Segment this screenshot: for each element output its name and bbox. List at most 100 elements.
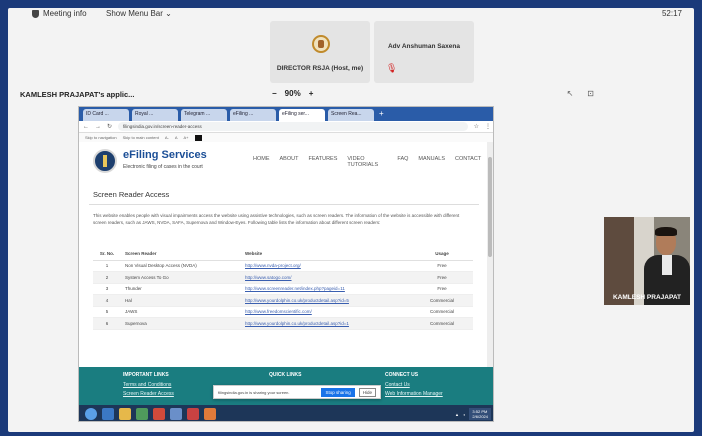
- nav-faq[interactable]: FAQ: [397, 156, 408, 168]
- browser-tab[interactable]: ID Card ...: [83, 109, 129, 121]
- footer-quick-links: QUICK LINKS: [269, 372, 302, 382]
- court-logo-icon: [93, 149, 117, 173]
- cell-website-link[interactable]: http://www.freedomscientific.com/: [241, 306, 411, 318]
- footer-link-terms[interactable]: Terms and Conditions: [123, 382, 174, 388]
- cell-reader: Hal: [121, 294, 241, 307]
- word-icon[interactable]: [170, 408, 182, 420]
- cell-website-link[interactable]: http://www.yourdolphin.co.uk/productdeta…: [241, 294, 411, 307]
- col-header: Screen Reader: [121, 248, 241, 261]
- shield-icon: [32, 9, 39, 18]
- chrome-alt-icon[interactable]: [187, 408, 199, 420]
- browser-tab[interactable]: Telegram ...: [181, 109, 227, 121]
- participant-video-name: KAMLESH PRAJAPAT: [612, 294, 681, 301]
- menu-icon[interactable]: ⋮: [485, 123, 491, 130]
- new-tab-button[interactable]: +: [377, 109, 389, 121]
- divider: [89, 204, 479, 205]
- high-contrast-toggle[interactable]: [194, 134, 202, 141]
- footer-link-screen-reader[interactable]: Screen Reader Access: [123, 391, 174, 397]
- star-icon[interactable]: ☆: [474, 123, 479, 130]
- nav-video-tutorials[interactable]: VIDEO TUTORIALS: [347, 156, 387, 168]
- windows-taskbar: ▲ ◖ 3:52 PM 2/6/2024: [79, 405, 493, 421]
- meeting-info-button[interactable]: Meeting info: [32, 9, 87, 18]
- cell-website-link[interactable]: http://www.nvda-project.org/: [241, 260, 411, 272]
- cell-sr-no: 1: [93, 260, 121, 272]
- chrome-icon[interactable]: [153, 408, 165, 420]
- cell-usage: Free: [411, 271, 473, 284]
- skip-navigation-link[interactable]: Skip to navigation: [85, 135, 117, 140]
- hide-button[interactable]: Hide: [358, 387, 376, 397]
- participant-shirt: [662, 255, 672, 275]
- nav-features[interactable]: FEATURES: [308, 156, 337, 168]
- font-increase-link[interactable]: A+: [184, 135, 189, 140]
- participant-video-thumbnail[interactable]: KAMLESH PRAJAPAT: [604, 217, 690, 305]
- screen-reader-table: Sr. No. Screen Reader Website Usage 1 No…: [93, 248, 473, 330]
- font-decrease-link[interactable]: A-: [165, 135, 169, 140]
- footer-important-links: IMPORTANT LINKS Terms and Conditions Scr…: [123, 372, 174, 400]
- nav-home[interactable]: HOME: [253, 156, 270, 168]
- cell-website-link[interactable]: http://www.satogo.com/: [241, 271, 411, 284]
- zoom-out-button[interactable]: −: [272, 89, 277, 98]
- col-header: Website: [241, 248, 411, 261]
- address-bar[interactable]: filingsindia.gov.in/screen-reader-access: [118, 122, 468, 131]
- emblem-icon: [312, 35, 330, 53]
- reload-icon[interactable]: ↻: [107, 123, 112, 130]
- pointer-icon[interactable]: ↖: [567, 89, 574, 98]
- browser-tab[interactable]: Screen Rea...: [328, 109, 374, 121]
- show-menu-bar-button[interactable]: Show Menu Bar ⌄: [106, 9, 172, 18]
- col-header: Usage: [411, 248, 473, 261]
- font-normal-link[interactable]: A: [175, 135, 178, 140]
- tray-date: 2/6/2024: [472, 414, 488, 419]
- edge-icon[interactable]: [102, 408, 114, 420]
- browser-address-row: ← → ↻ filingsindia.gov.in/screen-reader-…: [79, 121, 493, 133]
- browser-tab-active[interactable]: eFiling ser...: [279, 109, 325, 121]
- cell-sr-no: 2: [93, 271, 121, 284]
- stop-sharing-button[interactable]: Stop sharing: [321, 387, 355, 397]
- cell-website-link[interactable]: http://www.screenreader.net/index.php?pa…: [241, 283, 411, 295]
- participant-name: Adv Anshuman Saxena: [387, 43, 460, 50]
- skip-content-link[interactable]: Skip to main content: [123, 135, 159, 140]
- show-menu-bar-label: Show Menu Bar: [106, 9, 163, 18]
- forward-icon[interactable]: →: [95, 124, 101, 130]
- cell-usage: Free: [411, 260, 473, 272]
- video-background: [604, 217, 634, 305]
- tray-clock[interactable]: 3:52 PM 2/6/2024: [469, 408, 491, 420]
- site-nav: HOME ABOUT FEATURES VIDEO TUTORIALS FAQ …: [253, 156, 481, 168]
- back-icon[interactable]: ←: [83, 124, 89, 130]
- network-icon[interactable]: ▲: [455, 412, 459, 417]
- cell-sr-no: 5: [93, 306, 121, 318]
- table-row: 3 Thunder http://www.screenreader.net/in…: [93, 283, 473, 295]
- nav-contact[interactable]: CONTACT: [455, 156, 481, 168]
- fullscreen-icon[interactable]: ⊡: [587, 89, 594, 98]
- zoom-in-button[interactable]: +: [309, 89, 314, 98]
- cell-website-link[interactable]: http://www.yourdolphin.co.uk/productdeta…: [241, 317, 411, 330]
- table-row: 5 JAWS http://www.freedomscientific.com/…: [93, 306, 473, 318]
- browser-tab-strip: ID Card ... Royal ... Telegram ... eFili…: [79, 107, 493, 121]
- volume-icon[interactable]: ◖: [463, 412, 465, 417]
- footer-link-contact[interactable]: Contact Us: [385, 382, 443, 388]
- nav-about[interactable]: ABOUT: [280, 156, 299, 168]
- nav-manuals[interactable]: MANUALS: [418, 156, 445, 168]
- table-row: 4 Hal http://www.yourdolphin.co.uk/produ…: [93, 294, 473, 307]
- footer-heading: QUICK LINKS: [269, 372, 302, 378]
- participant-tile-anshuman[interactable]: Adv Anshuman Saxena 🎙: [374, 21, 474, 83]
- start-icon[interactable]: [85, 408, 97, 420]
- cell-reader: Thunder: [121, 283, 241, 295]
- page-title: Screen Reader Access: [93, 190, 170, 199]
- sharing-notification: filingsindia.gov.in is sharing your scre…: [213, 385, 381, 399]
- table-row: 6 Supernova http://www.yourdolphin.co.uk…: [93, 317, 473, 330]
- cell-reader: Non Visual Desktop Access (NVDA): [121, 260, 241, 272]
- footer-connect: CONNECT US Contact Us Web Information Ma…: [385, 372, 443, 400]
- site-header: eFiling Services Electronic filing of ca…: [79, 142, 493, 182]
- app-icon[interactable]: [204, 408, 216, 420]
- browser-tab[interactable]: eFiling ...: [230, 109, 276, 121]
- browser-tab[interactable]: Royal ...: [132, 109, 178, 121]
- excel-icon[interactable]: [136, 408, 148, 420]
- scrollbar-thumb[interactable]: [488, 157, 492, 257]
- site-brand[interactable]: eFiling Services: [123, 149, 207, 161]
- footer-heading: CONNECT US: [385, 372, 419, 378]
- participant-tile-host[interactable]: DIRECTOR RSJA (Host, me): [270, 21, 370, 83]
- site-tagline: Electronic filing of cases in the court: [123, 164, 203, 170]
- folder-icon[interactable]: [119, 408, 131, 420]
- footer-link-web-manager[interactable]: Web Information Manager: [385, 391, 443, 397]
- cell-reader: Supernova: [121, 317, 241, 330]
